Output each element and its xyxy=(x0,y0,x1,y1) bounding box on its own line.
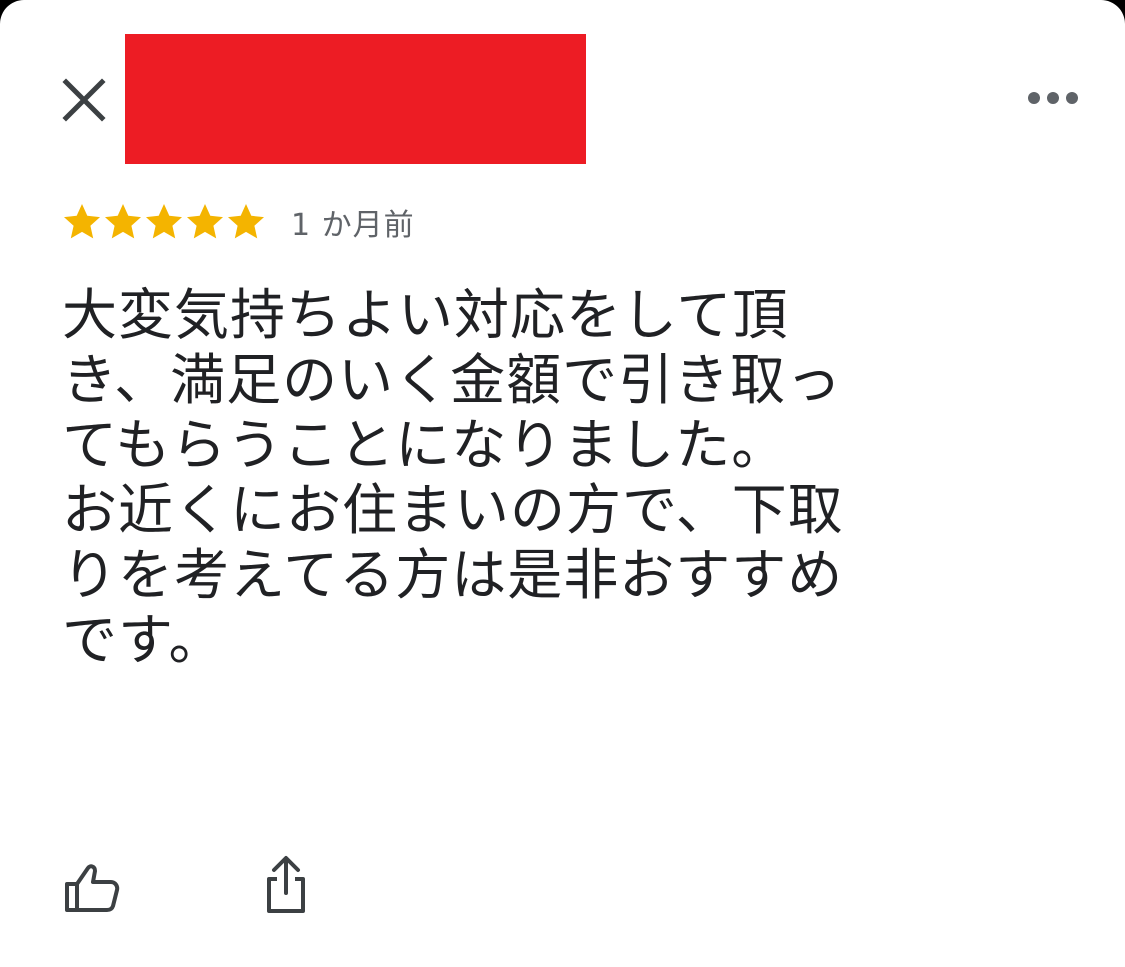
share-icon xyxy=(267,856,305,913)
rating-row: 1 か月前 xyxy=(62,200,415,244)
review-date: 1 か月前 xyxy=(291,208,415,243)
star-icon xyxy=(64,204,100,239)
star-rating xyxy=(62,202,267,242)
like-button[interactable] xyxy=(60,858,124,918)
close-icon xyxy=(62,78,106,122)
star-icon xyxy=(228,204,264,239)
close-button[interactable] xyxy=(56,72,112,128)
redacted-reviewer-name xyxy=(125,34,586,164)
review-text: 大変気持ちよい対応をして頂 き、満足のいく金額で引き取っ てもらうことになりまし… xyxy=(62,283,844,672)
star-icon xyxy=(146,204,182,239)
star-icon xyxy=(105,204,141,239)
share-button[interactable] xyxy=(256,852,316,918)
more-horizontal-icon xyxy=(1028,92,1078,104)
star-icon xyxy=(187,204,223,239)
review-card: 1 か月前 大変気持ちよい対応をして頂 き、満足のいく金額で引き取っ てもらうこ… xyxy=(0,0,1125,967)
thumbs-up-icon xyxy=(65,864,120,912)
more-options-button[interactable] xyxy=(1022,74,1084,122)
